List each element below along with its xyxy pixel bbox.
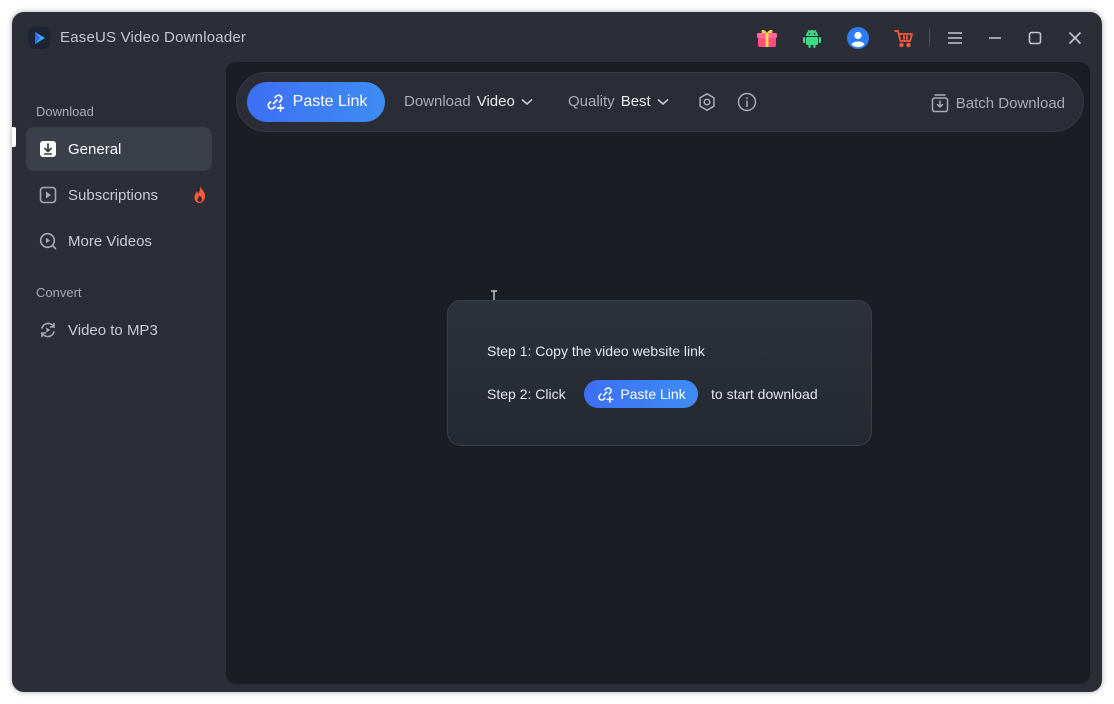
- link-plus-icon: [267, 94, 284, 112]
- sidebar-item-label: More Videos: [68, 232, 152, 250]
- sidebar-item-label: Subscriptions: [68, 186, 159, 204]
- minimize-icon[interactable]: [981, 24, 1009, 52]
- step-2-suffix: to start download: [711, 386, 818, 402]
- user-icon[interactable]: [844, 24, 872, 52]
- close-icon[interactable]: [1061, 24, 1089, 52]
- gift-icon[interactable]: [753, 24, 781, 52]
- search-play-icon: [38, 231, 58, 251]
- step-1-text: Step 1: Copy the video website link: [487, 343, 705, 359]
- app-window: EaseUS Video Downloader Download General…: [12, 12, 1102, 692]
- paste-link-label: Paste Link: [292, 93, 368, 110]
- sidebar-item-video-to-mp3[interactable]: Video to MP3: [26, 308, 212, 352]
- chevron-down-icon: [521, 98, 533, 105]
- sidebar-item-subscriptions[interactable]: Subscriptions: [26, 173, 212, 217]
- android-icon[interactable]: [798, 24, 826, 52]
- sidebar: Download General Subscriptions More Vide…: [12, 64, 226, 692]
- sidebar-item-label: General: [68, 140, 122, 158]
- chevron-down-icon: [657, 98, 669, 105]
- paste-link-button[interactable]: Paste Link: [247, 82, 385, 122]
- toolbar: Paste Link Download Video Quality Best B…: [236, 72, 1084, 132]
- info-button[interactable]: [735, 90, 759, 114]
- inline-paste-link-label: Paste Link: [620, 386, 686, 402]
- batch-download-icon: [931, 94, 949, 113]
- quality-value: Best: [620, 93, 651, 110]
- section-label-download: Download: [36, 104, 94, 119]
- download-box-icon: [38, 139, 58, 159]
- convert-icon: [38, 320, 58, 340]
- titlebar-separator: [929, 28, 930, 46]
- maximize-icon[interactable]: [1021, 24, 1049, 52]
- menu-icon[interactable]: [941, 24, 969, 52]
- play-box-icon: [38, 185, 58, 205]
- download-type-value: Video: [476, 93, 515, 110]
- step-2-prefix: Step 2: Click: [487, 386, 566, 402]
- batch-download-label: Batch Download: [955, 94, 1065, 112]
- cart-icon[interactable]: [890, 24, 918, 52]
- quality-label: Quality: [568, 93, 615, 110]
- download-type-dropdown[interactable]: Download Video: [404, 93, 533, 110]
- app-title: EaseUS Video Downloader: [60, 29, 247, 46]
- title-bar: EaseUS Video Downloader: [12, 12, 1102, 64]
- fire-icon: [194, 186, 205, 203]
- gear-icon: [699, 93, 715, 111]
- quality-dropdown[interactable]: Quality Best: [568, 93, 669, 110]
- section-label-convert: Convert: [36, 285, 82, 300]
- batch-download-button[interactable]: Batch Download: [931, 93, 1065, 113]
- app-logo-icon: [28, 27, 50, 49]
- sidebar-item-more-videos[interactable]: More Videos: [26, 219, 212, 263]
- main-panel: Paste Link Download Video Quality Best B…: [226, 62, 1090, 684]
- sidebar-item-label: Video to MP3: [68, 321, 158, 339]
- link-plus-icon: [598, 387, 614, 403]
- settings-button[interactable]: [695, 90, 719, 114]
- active-item-marker: [12, 127, 16, 147]
- instructions-card: Step 1: Copy the video website link Step…: [447, 300, 872, 446]
- info-icon: [737, 92, 757, 112]
- download-type-label: Download: [404, 93, 471, 110]
- inline-paste-link-button[interactable]: Paste Link: [584, 380, 698, 408]
- sidebar-item-general[interactable]: General: [26, 127, 212, 171]
